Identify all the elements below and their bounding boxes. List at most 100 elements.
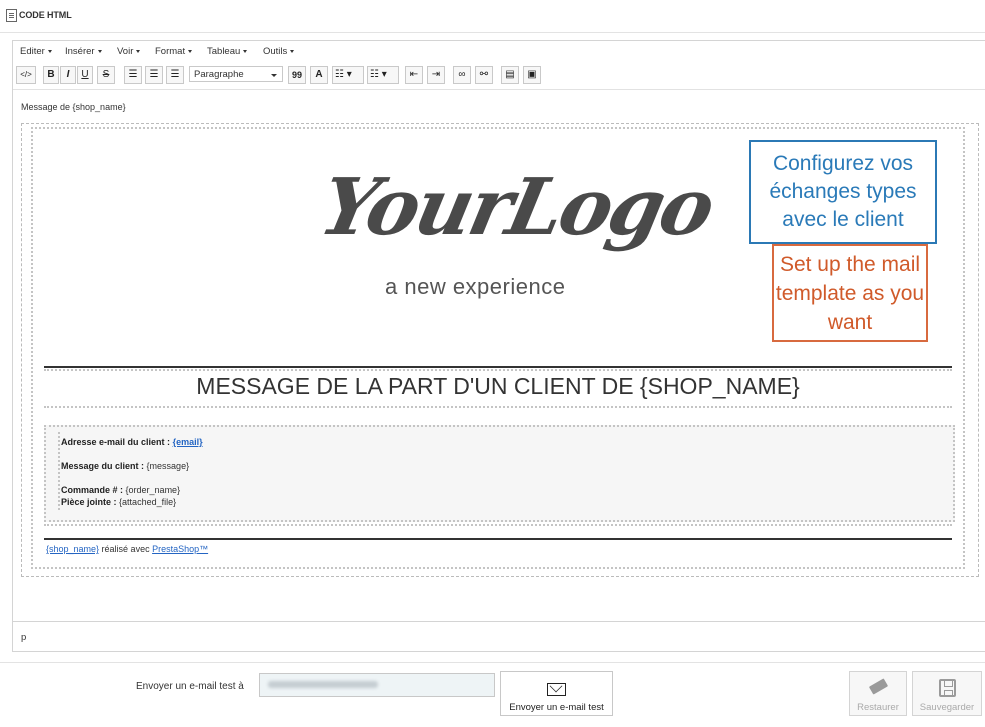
chevron-down-icon [188, 49, 193, 53]
heading-rule-top [44, 366, 952, 368]
detail-order: Commande # : {order_name} [61, 485, 180, 495]
menubar: Editer Insérer Voir Format Tableau Outil… [13, 41, 985, 63]
menu-label: Insérer [65, 46, 95, 57]
save-button[interactable]: Sauvegarder [912, 671, 982, 716]
format-select-value: Paragraphe [194, 69, 244, 80]
detail-value: {attached_file} [119, 497, 177, 507]
indent-button[interactable]: ⇥ [427, 66, 445, 84]
send-test-email-button[interactable]: Envoyer un e-mail test [500, 671, 613, 716]
section-title: CODE HTML [19, 10, 72, 20]
indent-icon: ⇥ [431, 69, 441, 80]
restore-button[interactable]: Restaurer [849, 671, 907, 716]
link-icon: ∞ [458, 69, 466, 80]
shop-name-link[interactable]: {shop_name} [46, 544, 99, 554]
outdent-button[interactable]: ⇤ [405, 66, 423, 84]
toolbar: </> B I U S ☰ ☰ ☰ Paragraphe 99 A ☷ ▾ ☷ … [13, 65, 985, 87]
blockquote-button[interactable]: 99 [288, 66, 306, 84]
bold-button[interactable]: B [43, 66, 59, 84]
detail-email: Adresse e-mail du client : {email} [61, 437, 203, 447]
insert-link-button[interactable]: ∞ [453, 66, 471, 84]
italic-button[interactable]: I [60, 66, 76, 84]
chevron-down-icon [271, 74, 277, 77]
send-test-email-label: Envoyer un e-mail test [509, 702, 604, 713]
chevron-down-icon [290, 49, 295, 53]
numbered-list-button[interactable]: ☷ ▾ [367, 66, 399, 84]
detail-label: Pièce jointe : [61, 497, 117, 507]
strikethrough-button[interactable]: S [97, 66, 115, 84]
email-footer: {shop_name} réalisé avec PrestaShop™ [46, 544, 208, 554]
eraser-icon [868, 678, 889, 695]
chevron-down-icon [47, 49, 52, 53]
chevron-down-icon [97, 49, 102, 53]
align-center-icon: ☰ [149, 69, 159, 80]
outdent-icon: ⇤ [409, 69, 419, 80]
align-right-icon: ☰ [170, 69, 180, 80]
menu-label: Voir [117, 46, 134, 57]
align-center-button[interactable]: ☰ [145, 66, 163, 84]
header-bar: CODE HTML [0, 0, 985, 33]
code-icon: </> [20, 70, 32, 79]
heading-dotted-bottom [44, 406, 952, 408]
menu-editer[interactable]: Editer [20, 46, 52, 57]
shop-logo: YourLogo a new experience [312, 162, 720, 312]
message-subject: Message de {shop_name} [21, 102, 126, 112]
insert-image-button[interactable]: ▣ [523, 66, 541, 84]
bullet-list-button[interactable]: ☷ ▾ [332, 66, 364, 84]
menu-outils[interactable]: Outils [263, 46, 295, 57]
toolbar-divider [13, 89, 985, 90]
detail-label: Commande # : [61, 485, 124, 495]
menu-inserer[interactable]: Insérer [65, 46, 102, 57]
detail-label: Adresse e-mail du client : [61, 437, 171, 447]
email-link[interactable]: {email} [173, 437, 203, 447]
menu-label: Editer [20, 46, 45, 57]
underline-button[interactable]: U [77, 66, 93, 84]
detail-attachment: Pièce jointe : {attached_file} [61, 497, 176, 507]
editor-statusbar: p [13, 621, 985, 651]
callout-english: Set up the mail template as you want [772, 244, 928, 342]
image-icon: ▣ [527, 69, 537, 80]
font-button[interactable]: A [310, 66, 328, 84]
prestashop-link[interactable]: PrestaShop™ [152, 544, 208, 554]
insert-media-button[interactable]: ▤ [501, 66, 519, 84]
menu-voir[interactable]: Voir [117, 46, 141, 57]
restore-label: Restaurer [857, 702, 899, 713]
footer-rule [44, 538, 952, 540]
test-email-input[interactable] [259, 673, 495, 697]
heading-dotted-top [44, 369, 952, 371]
align-right-button[interactable]: ☰ [166, 66, 184, 84]
format-select[interactable]: Paragraphe [189, 66, 283, 82]
bullet-list-icon: ☷ ▾ [335, 69, 352, 80]
detail-value: {order_name} [125, 485, 181, 495]
detail-value: {message} [146, 461, 190, 471]
logo-wordmark: YourLogo [312, 162, 720, 253]
chevron-down-icon [243, 49, 248, 53]
element-path: p [21, 632, 27, 643]
menu-tableau[interactable]: Tableau [207, 46, 248, 57]
footer-dotted [44, 524, 952, 526]
test-email-label: Envoyer un e-mail test à [136, 681, 244, 692]
align-left-button[interactable]: ☰ [124, 66, 142, 84]
envelope-icon [547, 683, 566, 696]
menu-format[interactable]: Format [155, 46, 193, 57]
menu-label: Outils [263, 46, 288, 57]
chevron-down-icon [136, 49, 141, 53]
rich-text-editor: Editer Insérer Voir Format Tableau Outil… [12, 40, 985, 652]
detail-label: Message du client : [61, 461, 145, 471]
menu-label: Tableau [207, 46, 241, 57]
footer-text: réalisé avec [99, 544, 153, 554]
detail-message: Message du client : {message} [61, 461, 189, 471]
email-heading: MESSAGE DE LA PART D'UN CLIENT DE {SHOP_… [196, 373, 800, 399]
document-icon [6, 9, 17, 22]
logo-tagline: a new experience [385, 274, 566, 299]
remove-link-button[interactable]: ⚯ [475, 66, 493, 84]
menu-label: Format [155, 46, 186, 57]
save-label: Sauvegarder [919, 702, 975, 713]
film-icon: ▤ [505, 69, 515, 80]
unlink-icon: ⚯ [479, 69, 489, 80]
callout-french: Configurez vos échanges types avec le cl… [749, 140, 937, 244]
floppy-disk-icon [939, 679, 956, 697]
numbered-list-icon: ☷ ▾ [370, 69, 387, 80]
blurred-email-value [268, 681, 378, 688]
align-left-icon: ☰ [128, 69, 138, 80]
source-code-button[interactable]: </> [16, 66, 36, 84]
